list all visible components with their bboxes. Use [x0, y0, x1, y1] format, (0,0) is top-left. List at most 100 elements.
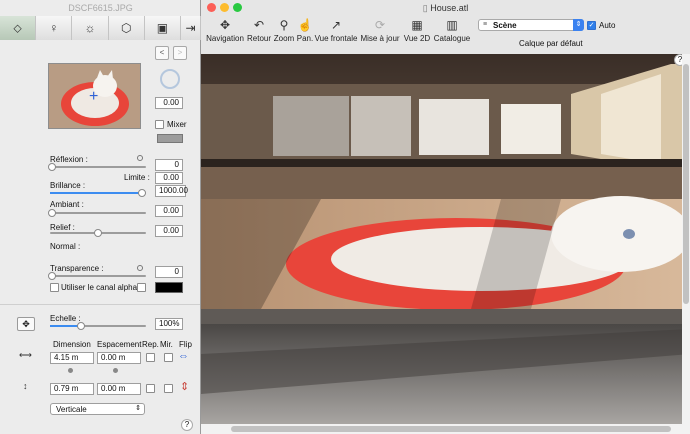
transparence-label: Transparence :: [50, 264, 104, 273]
undo-icon: ↶: [253, 18, 265, 32]
echelle-slider-knob[interactable]: [77, 322, 85, 330]
vertical-scrollbar[interactable]: [682, 54, 690, 424]
update-icon: ⟳: [374, 18, 386, 32]
mixer-label: Mixer: [167, 120, 187, 129]
mir-vertical-checkbox[interactable]: [164, 384, 173, 393]
navigation-icon: ✥: [219, 18, 231, 32]
orientation-value: Verticale: [56, 405, 87, 414]
dimension-horizontal-field[interactable]: 4.15 m: [50, 352, 94, 364]
tab-camera[interactable]: ▣: [144, 16, 182, 40]
pan-button[interactable]: ☝ Pan.: [296, 16, 314, 43]
front-view-button[interactable]: ↗ Vue frontale: [314, 16, 358, 43]
ambiant-field[interactable]: 0.00: [155, 205, 183, 217]
transparence-gear-icon[interactable]: [137, 265, 143, 271]
material-panel: DSCF6615.JPG ⬦ ♀ ☼ ⬡ ▣ ⇥ < > + 0.00 Mixe…: [0, 0, 202, 434]
view-2d-button[interactable]: ▦ Vue 2D: [402, 16, 432, 43]
transparence-slider-knob[interactable]: [48, 272, 56, 280]
front-view-label: Vue frontale: [314, 34, 358, 43]
brillance-label: Brillance :: [50, 181, 86, 190]
rendered-scene: [201, 54, 690, 424]
espacement-horizontal-field[interactable]: 0.00 m: [97, 352, 141, 364]
tab-objects[interactable]: ⬡: [108, 16, 145, 40]
undo-button[interactable]: ↶ Retour: [247, 16, 271, 43]
flip-horizontal-icon[interactable]: ⇔: [178, 350, 189, 362]
crosshair-icon: +: [89, 88, 99, 105]
rep-header: Rep.: [142, 340, 159, 349]
separator: [0, 304, 200, 305]
rotation-field[interactable]: 0.00: [155, 97, 183, 109]
horizontal-arrow-icon: ⟷: [19, 350, 32, 360]
mir-horizontal-checkbox[interactable]: [164, 353, 173, 362]
previous-texture-button[interactable]: <: [155, 46, 169, 60]
horizontal-scroll-thumb[interactable]: [231, 426, 671, 432]
reflexion-slider[interactable]: [48, 163, 146, 171]
help-button[interactable]: ?: [181, 419, 193, 431]
ambiant-slider[interactable]: [48, 209, 146, 217]
3d-viewport[interactable]: [201, 54, 690, 424]
fit-texture-button[interactable]: ✥: [17, 317, 35, 331]
ambiant-slider-knob[interactable]: [48, 209, 56, 217]
catalog-button[interactable]: ▥ Catalogue: [433, 16, 471, 43]
espacement-vertical-field[interactable]: 0.00 m: [97, 383, 141, 395]
echelle-field[interactable]: 100%: [155, 318, 183, 330]
window-title-text: House.atl: [430, 3, 469, 13]
brillance-field[interactable]: 1000.00: [155, 185, 188, 197]
relief-slider-knob[interactable]: [94, 229, 102, 237]
tab-materials[interactable]: ⬦: [0, 16, 37, 40]
tab-export[interactable]: ⇥: [181, 16, 202, 40]
mixer-checkbox[interactable]: [155, 120, 164, 129]
flip-vertical-icon[interactable]: ⇕: [180, 380, 189, 393]
layer-select[interactable]: ≡ Scène ⇕: [478, 19, 584, 31]
orientation-select[interactable]: Verticale ⇕: [50, 403, 145, 415]
rep-vertical-checkbox[interactable]: [146, 384, 155, 393]
undo-label: Retour: [247, 34, 272, 43]
panel-title: DSCF6615.JPG: [68, 3, 133, 13]
update-button[interactable]: ⟳ Mise à jour: [359, 16, 401, 43]
next-texture-button[interactable]: >: [173, 46, 187, 60]
window-title: ▯ House.atl: [201, 0, 690, 16]
camera-icon: ▣: [156, 21, 169, 35]
brillance-slider[interactable]: [50, 189, 146, 197]
link-icon[interactable]: [113, 368, 118, 373]
rep-horizontal-checkbox[interactable]: [146, 353, 155, 362]
rotation-dial[interactable]: [160, 69, 180, 89]
relief-field[interactable]: 0.00: [155, 225, 183, 237]
dimension-vertical-field[interactable]: 0.79 m: [50, 383, 94, 395]
transparence-slider[interactable]: [48, 272, 146, 280]
ambiant-label: Ambiant :: [50, 200, 84, 209]
brillance-slider-knob[interactable]: [138, 189, 146, 197]
reflexion-field[interactable]: 0: [155, 159, 183, 171]
export-icon: ⇥: [185, 21, 196, 35]
cube-icon: ⬡: [120, 21, 132, 35]
relief-slider[interactable]: [50, 229, 146, 237]
layer-icon: ≡: [483, 21, 488, 28]
sun-icon: ☼: [84, 21, 96, 35]
dimension-header: Dimension: [53, 340, 91, 349]
vertical-scroll-thumb[interactable]: [683, 64, 689, 304]
auto-label: Auto: [599, 21, 616, 30]
tab-lights[interactable]: ♀: [36, 16, 73, 40]
vertical-arrow-icon: ↕: [23, 381, 28, 391]
alpha-channel-checkbox[interactable]: [50, 283, 59, 292]
zoom-button[interactable]: ⚲ Zoom: [272, 16, 296, 43]
chevron-updown-icon: ⇕: [135, 405, 141, 412]
mixer-color-swatch[interactable]: [157, 134, 183, 143]
texture-preview[interactable]: +: [48, 63, 141, 129]
transparence-field[interactable]: 0: [155, 266, 183, 278]
link-icon[interactable]: [68, 368, 73, 373]
navigation-button[interactable]: ✥ Navigation: [205, 16, 245, 43]
reflexion-gear-icon[interactable]: [137, 155, 143, 161]
zoom-label: Zoom: [273, 34, 295, 43]
front-view-icon: ↗: [330, 18, 342, 32]
catalog-icon: ▥: [446, 18, 458, 32]
auto-checkbox[interactable]: ✓: [587, 21, 596, 30]
limite-field[interactable]: 0.00: [155, 172, 183, 184]
transparence-color-swatch[interactable]: [155, 282, 183, 293]
echelle-slider[interactable]: [50, 322, 146, 330]
horizontal-scrollbar[interactable]: [201, 424, 690, 434]
mir-header: Mir.: [160, 340, 173, 349]
reflexion-slider-knob[interactable]: [48, 163, 56, 171]
normal-label: Normal :: [50, 242, 81, 251]
alpha-option-checkbox[interactable]: [137, 283, 146, 292]
tab-sun[interactable]: ☼: [72, 16, 109, 40]
